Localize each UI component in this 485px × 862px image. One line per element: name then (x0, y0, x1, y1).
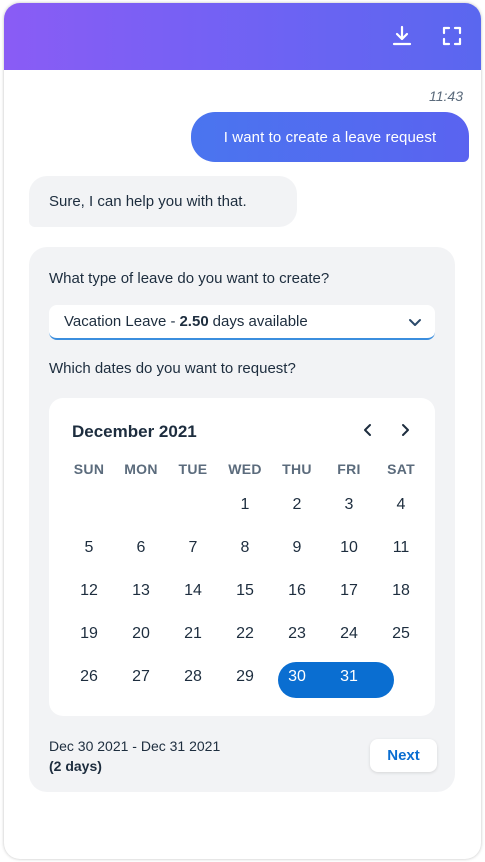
calendar-day[interactable]: 22 (219, 616, 271, 652)
calendar-day[interactable]: 7 (167, 530, 219, 566)
calendar-week-row: 19 20 21 22 23 24 25 (63, 616, 427, 652)
calendar-day[interactable]: 16 (271, 573, 323, 609)
weekday-label: MON (124, 461, 158, 477)
leave-type-select[interactable]: Vacation Leave - 2.50 days available (49, 305, 435, 340)
leave-balance-amount: 2.50 (179, 313, 209, 330)
calendar-empty-cell (167, 487, 219, 523)
calendar-day[interactable]: 3 (323, 487, 375, 523)
calendar-empty-cell (115, 487, 167, 523)
leave-request-card: What type of leave do you want to create… (29, 247, 455, 792)
weekday-label: SUN (73, 461, 105, 477)
calendar-day[interactable]: 11 (375, 530, 427, 566)
fullscreen-button[interactable] (439, 23, 465, 49)
chevron-right-icon (402, 424, 409, 436)
calendar-day[interactable]: 9 (271, 530, 323, 566)
calendar-day[interactable]: 6 (115, 530, 167, 566)
leave-balance-suffix: days available (212, 313, 308, 330)
calendar-month-label: December 2021 (72, 422, 197, 441)
calendar-empty-cell (375, 659, 427, 695)
weekday-label: THU (282, 461, 312, 477)
calendar-day[interactable]: 18 (375, 573, 427, 609)
download-icon (392, 25, 412, 46)
calendar-day[interactable]: 30 (271, 659, 323, 695)
calendar-day[interactable]: 17 (323, 573, 375, 609)
calendar-day[interactable]: 24 (323, 616, 375, 652)
calendar-day[interactable]: 25 (375, 616, 427, 652)
chat-window: 11:43 I want to create a leave request S… (4, 3, 481, 859)
chevron-left-icon (364, 424, 371, 436)
calendar-day[interactable]: 31 (323, 659, 375, 695)
next-button[interactable]: Next (370, 739, 437, 772)
next-month-button[interactable] (392, 417, 418, 443)
calendar-day[interactable]: 21 (167, 616, 219, 652)
calendar-day[interactable]: 28 (167, 659, 219, 695)
calendar-day[interactable]: 27 (115, 659, 167, 695)
calendar-day[interactable]: 5 (63, 530, 115, 566)
calendar-day[interactable]: 1 (219, 487, 271, 523)
calendar-day[interactable]: 14 (167, 573, 219, 609)
calendar-day[interactable]: 13 (115, 573, 167, 609)
calendar-day[interactable]: 29 (219, 659, 271, 695)
dates-question: Which dates do you want to request? (49, 360, 296, 377)
weekday-label: SAT (387, 461, 415, 477)
calendar-week-row: 5 6 7 8 9 10 11 (63, 530, 427, 566)
leave-type-question: What type of leave do you want to create… (49, 270, 330, 287)
calendar-week-row: 1234 (63, 487, 427, 523)
calendar-day[interactable]: 12 (63, 573, 115, 609)
weekday-header-row: SUN MON TUE WED THU FRI SAT (63, 461, 427, 477)
selected-range-text: Dec 30 2021 - Dec 31 2021 (49, 738, 221, 754)
calendar-day[interactable]: 19 (63, 616, 115, 652)
weekday-label: FRI (337, 461, 361, 477)
download-button[interactable] (389, 23, 415, 49)
calendar-day[interactable]: 10 (323, 530, 375, 566)
calendar-week-row: 26 27 28 29 30 31 (63, 659, 427, 695)
chat-header (4, 3, 481, 70)
calendar-week-row: 12 13 14 15 16 17 18 (63, 573, 427, 609)
weekday-label: TUE (178, 461, 208, 477)
bot-message-bubble: Sure, I can help you with that. (29, 176, 297, 227)
selected-range-duration: (2 days) (49, 758, 102, 774)
calendar-day[interactable]: 15 (219, 573, 271, 609)
previous-month-button[interactable] (355, 417, 381, 443)
calendar-day[interactable]: 8 (219, 530, 271, 566)
calendar-empty-cell (63, 487, 115, 523)
chevron-down-icon (409, 319, 421, 326)
message-timestamp: 11:43 (429, 88, 463, 104)
fullscreen-icon (442, 26, 462, 46)
leave-type-value: Vacation Leave - (64, 313, 176, 330)
calendar-day[interactable]: 20 (115, 616, 167, 652)
calendar-day[interactable]: 23 (271, 616, 323, 652)
weekday-label: WED (228, 461, 262, 477)
calendar-day[interactable]: 4 (375, 487, 427, 523)
calendar-day[interactable]: 2 (271, 487, 323, 523)
calendar-day[interactable]: 26 (63, 659, 115, 695)
date-picker-calendar: December 2021 SUN MON TUE WED THU FRI SA… (49, 398, 435, 716)
user-message-bubble: I want to create a leave request (191, 112, 469, 162)
